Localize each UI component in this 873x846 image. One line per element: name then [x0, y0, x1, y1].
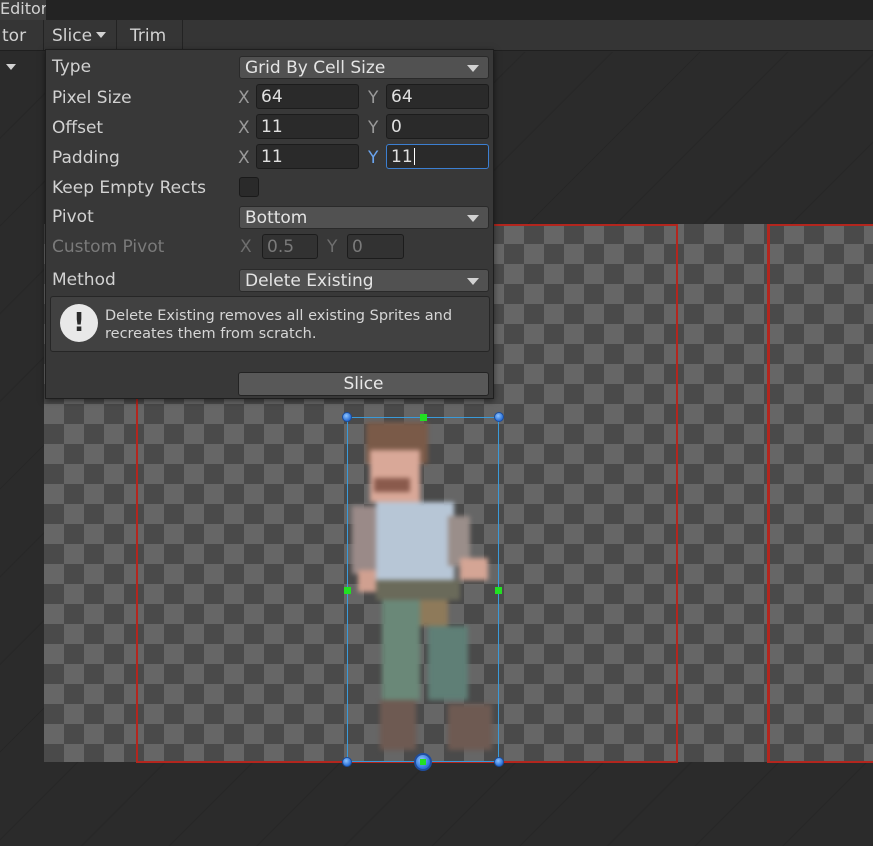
- chevron-down-icon: [96, 32, 107, 38]
- sprite-selection-rect[interactable]: [347, 417, 499, 762]
- resize-handle-right[interactable]: [495, 587, 502, 594]
- help-text: Delete Existing removes all existing Spr…: [105, 308, 453, 342]
- custom-pivot-x-axis: X: [240, 237, 252, 257]
- padding-y-axis: Y: [368, 148, 379, 168]
- pixel-size-y-field[interactable]: 64: [386, 84, 489, 109]
- pixel-size-x-field[interactable]: 64: [256, 84, 359, 109]
- type-dropdown[interactable]: Grid By Cell Size: [239, 56, 489, 79]
- slice-popup: Type Grid By Cell Size Pixel Size X 64 Y…: [45, 49, 494, 399]
- pivot-dropdown[interactable]: Bottom: [239, 206, 489, 229]
- pivot-value: Bottom: [245, 208, 308, 228]
- chevron-down-icon: [467, 65, 479, 72]
- padding-y-field[interactable]: 11: [386, 144, 489, 169]
- resize-handle-top[interactable]: [420, 414, 427, 421]
- resize-handle-top-right[interactable]: [494, 412, 504, 422]
- method-dropdown[interactable]: Delete Existing: [239, 269, 489, 292]
- slice-dropdown-label: Slice: [52, 26, 93, 46]
- editor-mode-label: tor: [2, 26, 27, 46]
- padding-label: Padding: [52, 148, 120, 168]
- offset-x-axis: X: [238, 118, 250, 138]
- window-tab-title[interactable]: Editor: [0, 0, 47, 20]
- offset-x-field[interactable]: 11: [256, 114, 359, 139]
- chevron-down-icon: [467, 278, 479, 285]
- slice-button[interactable]: Slice: [238, 372, 489, 396]
- custom-pivot-x-field[interactable]: 0.5: [262, 234, 318, 259]
- offset-label: Offset: [52, 118, 104, 138]
- padding-x-field[interactable]: 11: [256, 144, 359, 169]
- slice-rect-edge: [675, 224, 770, 763]
- type-label: Type: [52, 57, 92, 77]
- keep-empty-rects-checkbox[interactable]: [239, 177, 259, 197]
- text-cursor: [413, 148, 415, 165]
- slice-dropdown[interactable]: Slice: [44, 20, 117, 50]
- editor-mode-dropdown[interactable]: tor: [0, 20, 44, 70]
- pixel-size-y-axis: Y: [368, 88, 379, 108]
- resize-handle-left[interactable]: [344, 587, 351, 594]
- method-value: Delete Existing: [245, 271, 374, 291]
- pivot-center: [420, 759, 426, 765]
- pixel-size-label: Pixel Size: [52, 88, 132, 108]
- resize-handle-top-left[interactable]: [342, 412, 352, 422]
- resize-handle-bottom-right[interactable]: [494, 757, 504, 767]
- toolbar: tor Slice Trim: [0, 20, 873, 70]
- help-box: ! Delete Existing removes all existing S…: [50, 296, 490, 352]
- chevron-down-icon: [6, 64, 16, 70]
- method-label: Method: [52, 270, 116, 290]
- custom-pivot-label: Custom Pivot: [52, 237, 165, 257]
- exclamation-icon: !: [60, 304, 98, 342]
- custom-pivot-y-field[interactable]: 0: [347, 234, 404, 259]
- offset-y-field[interactable]: 0: [386, 114, 489, 139]
- resize-handle-bottom-left[interactable]: [342, 757, 352, 767]
- pixel-size-x-axis: X: [238, 88, 250, 108]
- type-value: Grid By Cell Size: [245, 58, 386, 78]
- trim-button[interactable]: Trim: [117, 20, 183, 50]
- offset-y-axis: Y: [368, 118, 379, 138]
- chevron-down-icon: [467, 215, 479, 222]
- pivot-label: Pivot: [52, 207, 94, 227]
- tab-strip: [46, 0, 873, 20]
- padding-y-value: 11: [391, 147, 413, 167]
- slice-rect[interactable]: [767, 224, 873, 763]
- keep-empty-rects-label: Keep Empty Rects: [52, 178, 207, 198]
- pivot-handle[interactable]: [414, 753, 432, 771]
- custom-pivot-y-axis: Y: [327, 237, 338, 257]
- padding-x-axis: X: [238, 148, 250, 168]
